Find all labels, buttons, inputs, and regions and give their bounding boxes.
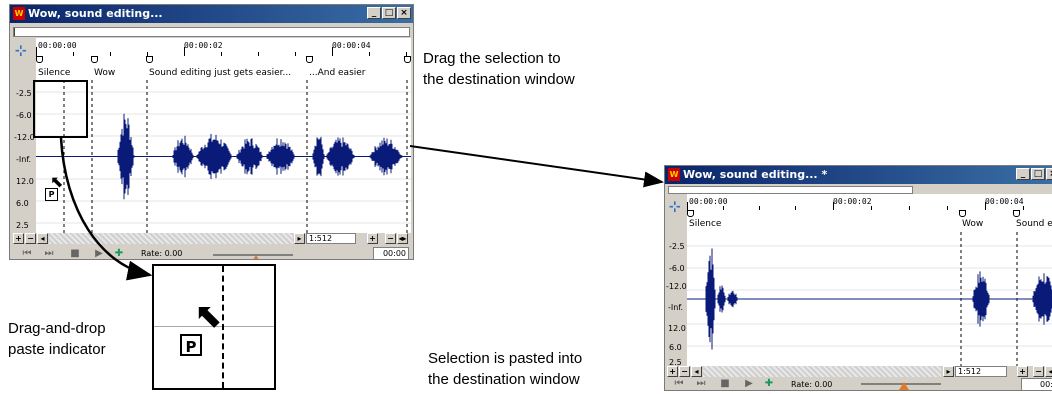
callout-pasted: Selection is pasted into the destination … xyxy=(428,350,583,388)
arrow-to-indicator xyxy=(59,137,153,281)
callout-drag: Drag the selection to the destination win… xyxy=(423,50,575,88)
arrow-to-destination xyxy=(409,145,664,188)
callout-indicator: Drag-and-drop paste indicator xyxy=(8,320,106,358)
